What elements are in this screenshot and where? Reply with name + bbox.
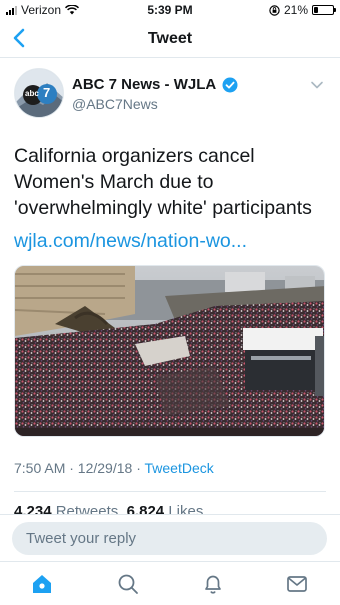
tweet-text-line: Women's March due to <box>14 171 214 193</box>
verified-badge-icon <box>222 77 238 92</box>
tweet-author[interactable]: abc 7 ABC 7 News - WJLA @ABC7News <box>14 68 326 124</box>
tweet-link[interactable]: wjla.com/news/nation-wo... <box>14 230 247 253</box>
avatar-logo-text: abc <box>25 89 39 98</box>
nav-bar: Tweet <box>0 20 340 58</box>
rotation-lock-icon <box>269 4 280 16</box>
tweet-text-line: California organizers cancel <box>14 145 255 167</box>
tweet-timestamp: 7:50 AM · 12/29/18 · TweetDeck <box>14 460 214 476</box>
tweet-source-link[interactable]: TweetDeck <box>145 460 214 476</box>
tweet-photo[interactable] <box>14 265 325 437</box>
avatar[interactable]: abc 7 <box>14 68 64 118</box>
search-icon[interactable] <box>116 572 140 596</box>
tweet-text: California organizers cancel Women's Mar… <box>14 143 332 221</box>
home-icon[interactable] <box>30 572 54 596</box>
author-name[interactable]: ABC 7 News - WJLA <box>72 76 216 93</box>
page-title: Tweet <box>147 30 193 47</box>
abc7-logo-icon <box>15 69 63 117</box>
divider <box>14 491 326 492</box>
battery-percent: 21% <box>283 3 308 17</box>
timestamp-text: 7:50 AM · 12/29/18 · <box>14 460 145 476</box>
crowd-photo <box>15 266 324 436</box>
chevron-down-icon[interactable] <box>310 80 324 90</box>
tweet-stats: 4,234 Retweets 6,824 Likes <box>14 501 203 515</box>
tweet-text-line: 'overwhelmingly white' participants <box>14 197 312 219</box>
status-bar: Verizon 5:39 PM 21% <box>0 0 340 20</box>
reply-input[interactable] <box>12 522 327 555</box>
battery-icon <box>312 5 336 15</box>
notifications-icon[interactable] <box>201 572 225 596</box>
author-handle[interactable]: @ABC7News <box>72 96 158 112</box>
avatar-logo-number: 7 <box>43 85 51 100</box>
tab-bar <box>0 561 340 605</box>
messages-icon[interactable] <box>285 572 309 596</box>
reply-bar <box>0 514 340 561</box>
